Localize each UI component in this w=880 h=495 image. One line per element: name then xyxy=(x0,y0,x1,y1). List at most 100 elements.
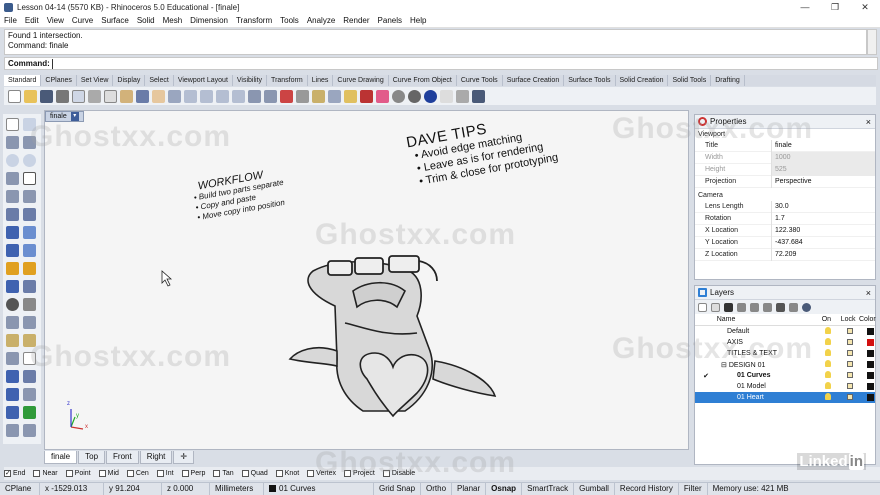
split-icon[interactable] xyxy=(23,298,36,311)
minimize-button[interactable]: — xyxy=(790,0,820,14)
property-row[interactable]: Y Location -437.684 xyxy=(695,236,875,249)
import-icon[interactable] xyxy=(72,89,85,103)
property-value[interactable]: -437.684 xyxy=(771,236,875,249)
tab-standard[interactable]: Standard xyxy=(4,75,42,86)
osnap-disable[interactable]: Disable xyxy=(382,470,415,477)
osnap-point[interactable]: Point xyxy=(65,470,91,477)
property-row[interactable]: Projection Perspective xyxy=(695,175,875,188)
property-row[interactable]: X Location 122.380 xyxy=(695,224,875,237)
close-panel-icon[interactable]: × xyxy=(866,288,871,298)
perspective-viewport[interactable]: finale ▾ DAVE TIPS • Avoid edge matching… xyxy=(44,110,689,450)
shaded-sphere-icon[interactable] xyxy=(408,89,421,103)
transform-icon[interactable] xyxy=(23,388,36,401)
menu-dimension[interactable]: Dimension xyxy=(190,16,228,25)
history-icon[interactable] xyxy=(23,424,36,437)
menu-help[interactable]: Help xyxy=(410,16,426,25)
command-history[interactable]: Found 1 intersection. Command: finale xyxy=(4,29,867,55)
osnap-mid[interactable]: Mid xyxy=(98,470,119,477)
edit-points-icon[interactable] xyxy=(6,424,19,437)
menu-mesh[interactable]: Mesh xyxy=(163,16,183,25)
menu-file[interactable]: File xyxy=(4,16,17,25)
tab-solid-tools[interactable]: Solid Tools xyxy=(668,75,712,86)
tab-curve-drawing[interactable]: Curve Drawing xyxy=(333,75,389,86)
box-solid-icon[interactable] xyxy=(6,226,19,239)
boolean-union-icon[interactable] xyxy=(6,262,19,275)
loft-icon[interactable] xyxy=(23,244,36,257)
layer-color-swatch[interactable] xyxy=(867,339,874,346)
layer-row-01-heart[interactable]: 01 Heart xyxy=(695,392,875,403)
layer-row-01-model[interactable]: 01 Model xyxy=(695,381,875,392)
osnap-int[interactable]: Int xyxy=(156,470,174,477)
osnap-project[interactable]: Project xyxy=(344,470,375,477)
solid-tools-icon[interactable] xyxy=(6,370,19,383)
menu-render[interactable]: Render xyxy=(343,16,369,25)
tab-set-view[interactable]: Set View xyxy=(77,75,114,86)
osnap-near[interactable]: Near xyxy=(33,470,58,477)
select-arrow-icon[interactable] xyxy=(6,118,19,131)
tab-lines[interactable]: Lines xyxy=(308,75,334,86)
checkbox-icon[interactable] xyxy=(382,470,390,477)
zoom-window-icon[interactable] xyxy=(200,89,213,103)
tab-surface-tools[interactable]: Surface Tools xyxy=(564,75,616,86)
tab-cplanes[interactable]: CPlanes xyxy=(41,75,77,86)
checkbox-icon[interactable] xyxy=(275,470,283,477)
scale-icon[interactable] xyxy=(23,334,36,347)
select-points-icon[interactable] xyxy=(312,89,325,103)
ortho-toggle[interactable]: Ortho xyxy=(421,483,453,495)
close-button[interactable]: ✕ xyxy=(850,0,880,14)
osnap-quad[interactable]: Quad xyxy=(241,470,268,477)
check-icon[interactable] xyxy=(23,406,36,419)
join-icon[interactable] xyxy=(6,298,19,311)
layer-color-swatch[interactable] xyxy=(867,361,874,368)
add-viewport-tab-button[interactable]: ✛ xyxy=(173,451,195,464)
print-icon[interactable] xyxy=(56,89,69,103)
layer-lock-icon[interactable] xyxy=(847,382,853,389)
checkbox-icon[interactable] xyxy=(98,470,106,477)
close-panel-icon[interactable]: × xyxy=(866,117,871,127)
menu-panels[interactable]: Panels xyxy=(378,16,402,25)
osnap-knot[interactable]: Knot xyxy=(275,470,299,477)
circle-icon[interactable] xyxy=(6,154,19,167)
polyline-icon[interactable] xyxy=(6,136,19,149)
tab-visibility[interactable]: Visibility xyxy=(233,75,268,86)
text-icon[interactable] xyxy=(23,352,36,365)
move-parent-icon[interactable] xyxy=(763,302,772,312)
new-file-icon[interactable] xyxy=(8,89,21,103)
new-layer-icon[interactable] xyxy=(698,302,707,312)
tab-solid-creation[interactable]: Solid Creation xyxy=(616,75,669,86)
light-icon[interactable] xyxy=(344,89,357,103)
polygon-icon[interactable] xyxy=(6,190,19,203)
checkbox-icon[interactable] xyxy=(33,470,41,477)
paste-icon[interactable] xyxy=(120,89,133,103)
menu-solid[interactable]: Solid xyxy=(137,16,155,25)
menu-view[interactable]: View xyxy=(47,16,64,25)
undo-view-icon[interactable] xyxy=(248,89,261,103)
extrude-icon[interactable] xyxy=(6,244,19,257)
move-icon[interactable] xyxy=(328,89,341,103)
grid-snap-toggle[interactable]: Grid Snap xyxy=(374,483,422,495)
explode-icon[interactable] xyxy=(23,262,36,275)
fillet-icon[interactable] xyxy=(23,208,36,221)
gumball-toggle[interactable]: Gumball xyxy=(574,483,615,495)
layer-row-default[interactable]: Default xyxy=(695,326,875,337)
viewport-tab-front[interactable]: Front xyxy=(106,451,139,464)
layer-lock-icon[interactable] xyxy=(847,393,853,400)
group-icon[interactable] xyxy=(23,370,36,383)
help-icon[interactable] xyxy=(802,302,811,312)
layer-on-icon[interactable] xyxy=(825,371,831,378)
history-scrollbar[interactable] xyxy=(867,29,877,55)
tab-display[interactable]: Display xyxy=(113,75,146,86)
undo-icon[interactable] xyxy=(136,89,149,103)
maximize-button[interactable]: ❐ xyxy=(820,0,850,14)
menu-tools[interactable]: Tools xyxy=(280,16,299,25)
rectangle-icon[interactable] xyxy=(23,172,36,185)
tab-drafting[interactable]: Drafting xyxy=(711,75,745,86)
checkbox-icon[interactable] xyxy=(181,470,189,477)
rotate-view-icon[interactable] xyxy=(168,89,181,103)
current-layer[interactable]: 01 Curves xyxy=(264,483,374,495)
checkbox-checked-icon[interactable]: ✓ xyxy=(4,470,11,477)
layer-color-swatch[interactable] xyxy=(867,383,874,390)
checkbox-icon[interactable] xyxy=(344,470,352,477)
menu-surface[interactable]: Surface xyxy=(101,16,129,25)
cplane-status[interactable]: CPlane xyxy=(0,483,40,495)
